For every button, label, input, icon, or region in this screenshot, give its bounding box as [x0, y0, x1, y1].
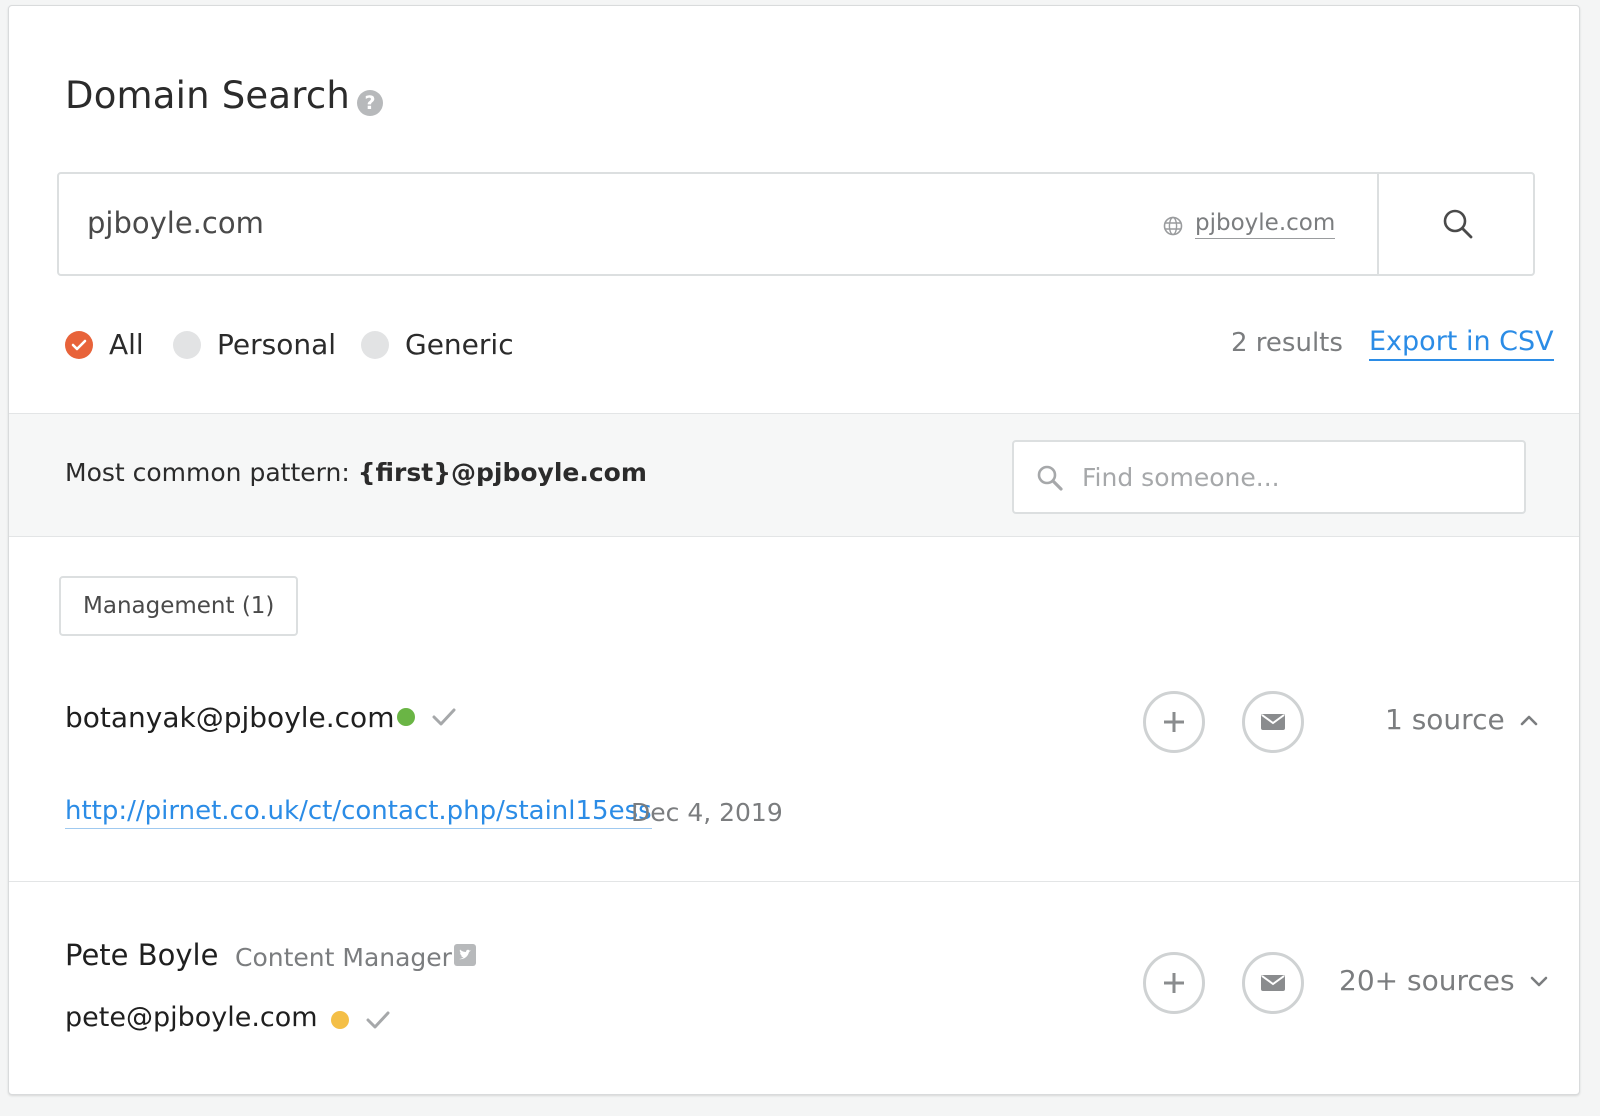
find-someone-field[interactable] — [1012, 440, 1526, 514]
filter-all[interactable]: All — [65, 328, 144, 361]
search-button[interactable] — [1377, 174, 1535, 274]
results-count: 2 results — [1231, 328, 1343, 358]
result-email[interactable]: botanyak@pjboyle.com — [65, 701, 394, 734]
pattern-value: {first}@pjboyle.com — [357, 458, 647, 487]
sources-toggle[interactable]: 20+ sources — [1339, 964, 1549, 997]
source-date: Dec 4, 2019 — [631, 798, 783, 827]
domain-search-input[interactable]: pjboyle.com — [87, 206, 264, 240]
department-badge[interactable]: Management (1) — [59, 576, 299, 636]
checked-radio-icon[interactable] — [65, 330, 93, 359]
envelope-icon — [1261, 714, 1285, 730]
twitter-icon[interactable] — [454, 944, 476, 966]
send-email-button[interactable] — [1242, 952, 1304, 1014]
add-lead-button[interactable] — [1143, 952, 1205, 1014]
sources-toggle[interactable]: 1 source — [1385, 703, 1539, 736]
page-title: Domain Search — [65, 74, 351, 117]
search-icon — [1443, 209, 1473, 239]
sources-label: 20+ sources — [1339, 964, 1515, 997]
verified-check-icon — [432, 708, 456, 726]
radio-icon[interactable] — [361, 330, 389, 359]
person-name: Pete Boyle — [65, 938, 219, 972]
common-pattern: Most common pattern: {first}@pjboyle.com — [65, 458, 647, 487]
question-circle-icon[interactable]: ? — [357, 90, 383, 116]
pattern-label: Most common pattern: — [65, 458, 350, 487]
add-lead-button[interactable] — [1143, 691, 1205, 753]
chevron-down-icon — [1530, 976, 1547, 986]
filter-personal[interactable]: Personal — [173, 328, 336, 361]
domain-chip[interactable]: pjboyle.com — [1195, 210, 1336, 239]
chevron-up-icon — [1520, 715, 1538, 725]
verified-check-icon — [366, 1011, 390, 1029]
envelope-icon — [1261, 975, 1285, 991]
sources-label: 1 source — [1385, 703, 1505, 736]
person-position: Content Manager — [235, 943, 452, 972]
domain-search-box: pjboyle.com pjboyle.com — [57, 172, 1535, 276]
result-email[interactable]: pete@pjboyle.com — [65, 1002, 318, 1033]
plus-icon — [1164, 973, 1184, 993]
filter-generic-label: Generic — [405, 328, 514, 361]
globe-icon — [1163, 216, 1183, 236]
confidence-dot-yellow — [331, 1011, 349, 1029]
find-someone-input[interactable] — [1080, 456, 1504, 498]
filter-generic[interactable]: Generic — [361, 328, 514, 361]
filter-all-label: All — [109, 328, 144, 361]
domain-search-card: Domain Search ? pjboyle.com pjboyle.com … — [8, 5, 1580, 1095]
radio-icon[interactable] — [173, 330, 201, 359]
filter-personal-label: Personal — [217, 328, 337, 361]
plus-icon — [1164, 712, 1184, 732]
source-url-link[interactable]: http://pirnet.co.uk/ct/contact.php/stain… — [65, 796, 652, 829]
send-email-button[interactable] — [1242, 691, 1304, 753]
confidence-dot-green — [397, 708, 415, 726]
export-csv-link[interactable]: Export in CSV — [1369, 326, 1554, 361]
divider — [9, 881, 1579, 882]
pattern-bar: Most common pattern: {first}@pjboyle.com — [9, 413, 1579, 537]
search-icon — [1037, 465, 1063, 491]
